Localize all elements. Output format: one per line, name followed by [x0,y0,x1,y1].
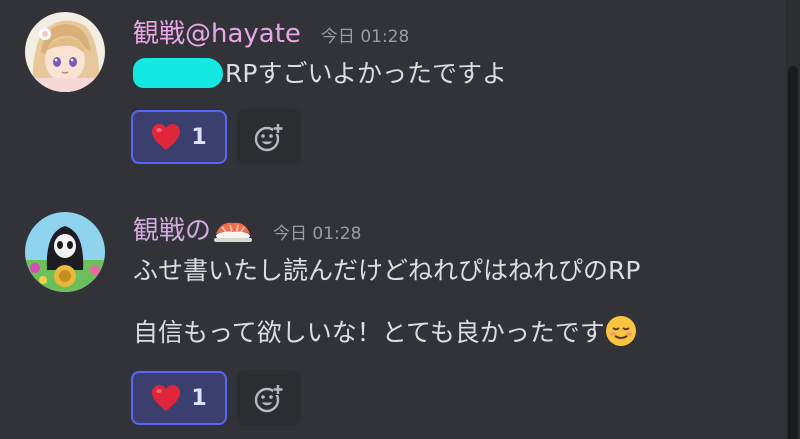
chat-panel: 観戦@hayate 今日 01:28 RPすごいよかったですよ 1 観戦の 今日… [0,0,800,439]
add-reaction-smiley-icon [254,385,283,413]
message-text: 自信もって欲しいな！とても良かったです [133,318,605,347]
message-content: RPすごいよかったですよ [133,56,507,92]
username[interactable]: 観戦@hayate [133,14,301,54]
timestamp: 今日 01:28 [320,27,410,47]
user-avatar[interactable] [25,12,105,92]
add-reaction-smiley-icon [254,124,283,152]
reaction-count: 1 [191,124,207,150]
user-avatar[interactable] [25,212,105,292]
username-text: 観戦の [133,216,212,246]
message-header: 観戦の 今日 01:28 [133,211,361,251]
red-heart-icon [152,124,181,150]
sushi-icon [214,222,253,242]
username[interactable]: 観戦の [133,211,253,251]
message-header: 観戦@hayate 今日 01:28 [133,14,409,54]
scrollbar-thumb[interactable] [788,66,798,439]
anime-girl-avatar [25,12,105,92]
red-heart-icon [152,385,181,411]
scrollbar[interactable] [786,0,800,439]
message-item: 観戦の 今日 01:28 ふせ書いたし読んだけどねれぴはねれぴのRP 自信もって… [0,195,786,439]
message-content-line: 自信もって欲しいな！とても良かったです [133,315,637,351]
message-content-line: ふせ書いたし読んだけどねれぴはねれぴのRP [133,256,641,285]
relieved-face-icon [605,316,636,346]
reaction-heart-button[interactable]: 1 [131,110,227,164]
reaction-count: 1 [191,385,207,411]
add-reaction-button[interactable] [237,370,301,426]
timestamp: 今日 01:28 [273,224,362,244]
message-item: 観戦@hayate 今日 01:28 RPすごいよかったですよ 1 [0,0,786,180]
reaction-heart-button[interactable]: 1 [131,371,227,425]
add-reaction-button[interactable] [237,109,301,165]
reaper-character-avatar [25,212,105,292]
redaction-mark [133,58,223,88]
message-text: RPすごいよかったですよ [225,59,507,88]
